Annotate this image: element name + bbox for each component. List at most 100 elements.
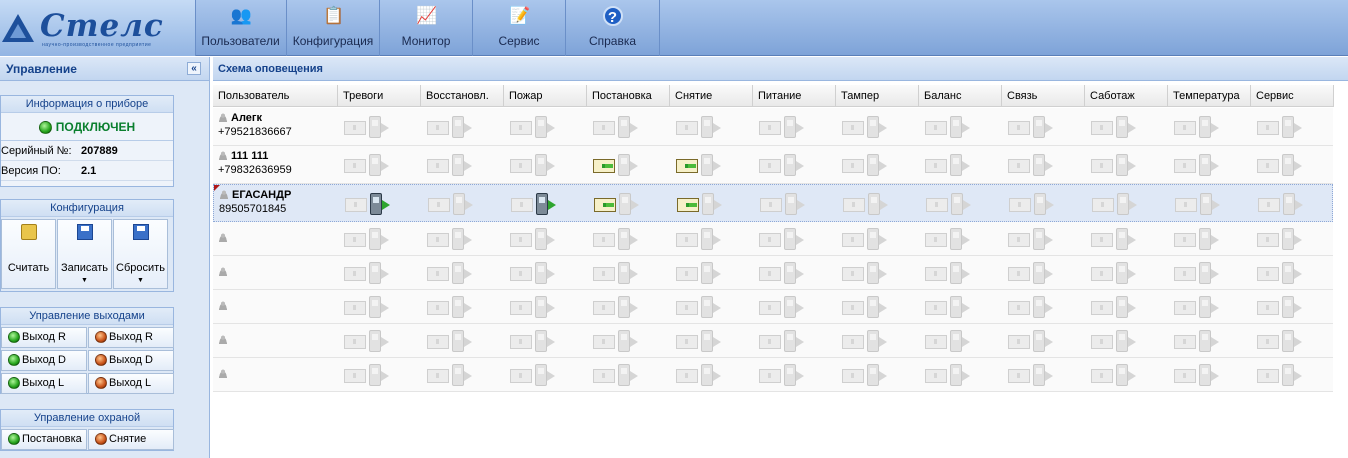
column-header[interactable]: Пользователь xyxy=(213,85,338,107)
call-toggle-icon[interactable] xyxy=(950,262,962,284)
user-cell[interactable] xyxy=(218,232,231,246)
call-toggle-icon[interactable] xyxy=(701,330,713,352)
toolbar-help-button[interactable]: ? Справка xyxy=(565,0,660,56)
call-toggle-icon[interactable] xyxy=(369,364,381,386)
call-toggle-icon[interactable] xyxy=(618,154,630,176)
sms-toggle-icon[interactable] xyxy=(1008,301,1030,315)
sms-toggle-icon[interactable] xyxy=(676,121,698,135)
sms-toggle-icon[interactable] xyxy=(345,198,367,212)
call-toggle-icon[interactable] xyxy=(369,330,381,352)
column-header[interactable]: Тревоги xyxy=(338,85,421,107)
column-header[interactable]: Связь xyxy=(1002,85,1085,107)
sms-toggle-icon[interactable] xyxy=(1008,233,1030,247)
call-toggle-icon[interactable] xyxy=(1199,228,1211,250)
sms-toggle-icon[interactable] xyxy=(428,198,450,212)
call-toggle-icon[interactable] xyxy=(701,228,713,250)
sms-toggle-icon[interactable] xyxy=(1091,159,1113,173)
call-toggle-icon[interactable] xyxy=(1033,262,1045,284)
call-toggle-icon[interactable] xyxy=(1116,364,1128,386)
call-toggle-icon[interactable] xyxy=(784,228,796,250)
call-toggle-icon[interactable] xyxy=(1199,330,1211,352)
call-toggle-icon[interactable] xyxy=(702,193,714,215)
sms-toggle-icon[interactable] xyxy=(1257,301,1279,315)
call-toggle-icon[interactable] xyxy=(950,116,962,138)
toolbar-monitor-button[interactable]: 📈 Монитор xyxy=(379,0,472,56)
user-cell[interactable]: 111 111 +79832636959 xyxy=(218,150,292,176)
call-toggle-icon[interactable] xyxy=(369,116,381,138)
sms-toggle-icon[interactable] xyxy=(593,335,615,349)
call-toggle-icon[interactable] xyxy=(867,330,879,352)
sms-toggle-icon[interactable] xyxy=(593,267,615,281)
sms-toggle-icon[interactable] xyxy=(1009,198,1031,212)
read-config-button[interactable]: Считать xyxy=(1,219,56,289)
call-toggle-icon[interactable] xyxy=(1116,262,1128,284)
call-toggle-icon[interactable] xyxy=(370,193,382,215)
sms-toggle-icon[interactable] xyxy=(510,267,532,281)
sms-toggle-icon[interactable] xyxy=(1091,301,1113,315)
call-toggle-icon[interactable] xyxy=(369,262,381,284)
call-toggle-icon[interactable] xyxy=(1116,116,1128,138)
call-toggle-icon[interactable] xyxy=(1282,330,1294,352)
sms-toggle-icon[interactable] xyxy=(1257,335,1279,349)
sms-toggle-icon[interactable] xyxy=(1174,267,1196,281)
call-toggle-icon[interactable] xyxy=(701,296,713,318)
write-config-button[interactable]: Записать ▼ xyxy=(57,219,112,289)
call-toggle-icon[interactable] xyxy=(785,193,797,215)
table-row[interactable] xyxy=(213,222,1333,256)
call-toggle-icon[interactable] xyxy=(535,228,547,250)
call-toggle-icon[interactable] xyxy=(1033,330,1045,352)
toolbar-users-button[interactable]: 👥 Пользователи xyxy=(195,0,285,56)
sms-toggle-icon[interactable] xyxy=(510,159,532,173)
sms-toggle-icon[interactable] xyxy=(759,121,781,135)
call-toggle-icon[interactable] xyxy=(535,330,547,352)
sms-toggle-icon[interactable] xyxy=(676,369,698,383)
output-l-off-button[interactable]: Выход L xyxy=(88,373,174,394)
call-toggle-icon[interactable] xyxy=(535,296,547,318)
sms-toggle-icon[interactable] xyxy=(593,121,615,135)
sms-toggle-icon[interactable] xyxy=(344,369,366,383)
sms-toggle-icon[interactable] xyxy=(1257,267,1279,281)
arm-button[interactable]: Постановка xyxy=(1,429,87,450)
sms-toggle-icon[interactable] xyxy=(842,335,864,349)
sms-toggle-icon[interactable] xyxy=(1092,198,1114,212)
sms-toggle-icon[interactable] xyxy=(1174,301,1196,315)
table-row[interactable] xyxy=(213,290,1333,324)
sms-toggle-icon[interactable] xyxy=(925,267,947,281)
sms-toggle-icon[interactable] xyxy=(1008,267,1030,281)
call-toggle-icon[interactable] xyxy=(619,193,631,215)
call-toggle-icon[interactable] xyxy=(1282,228,1294,250)
call-toggle-icon[interactable] xyxy=(784,262,796,284)
sms-toggle-icon[interactable] xyxy=(1258,198,1280,212)
call-toggle-icon[interactable] xyxy=(1033,154,1045,176)
user-cell[interactable]: Алегк +79521836667 xyxy=(218,112,292,138)
call-toggle-icon[interactable] xyxy=(701,364,713,386)
sms-toggle-icon[interactable] xyxy=(344,159,366,173)
call-toggle-icon[interactable] xyxy=(867,154,879,176)
sms-toggle-icon[interactable] xyxy=(759,369,781,383)
call-toggle-icon[interactable] xyxy=(867,296,879,318)
sms-toggle-icon[interactable] xyxy=(510,301,532,315)
sms-toggle-icon[interactable] xyxy=(1257,233,1279,247)
sms-toggle-icon[interactable] xyxy=(594,198,616,212)
sms-toggle-icon[interactable] xyxy=(925,233,947,247)
toolbar-service-button[interactable]: 📝 Сервис xyxy=(472,0,565,56)
call-toggle-icon[interactable] xyxy=(452,228,464,250)
call-toggle-icon[interactable] xyxy=(1116,330,1128,352)
sms-toggle-icon[interactable] xyxy=(1091,369,1113,383)
sms-toggle-icon[interactable] xyxy=(344,301,366,315)
call-toggle-icon[interactable] xyxy=(453,193,465,215)
call-toggle-icon[interactable] xyxy=(1200,193,1212,215)
call-toggle-icon[interactable] xyxy=(784,330,796,352)
sms-toggle-icon[interactable] xyxy=(510,369,532,383)
sms-toggle-icon[interactable] xyxy=(510,121,532,135)
call-toggle-icon[interactable] xyxy=(1116,154,1128,176)
call-toggle-icon[interactable] xyxy=(618,330,630,352)
call-toggle-icon[interactable] xyxy=(536,193,548,215)
sms-toggle-icon[interactable] xyxy=(593,301,615,315)
output-r-on-button[interactable]: Выход R xyxy=(1,327,87,348)
call-toggle-icon[interactable] xyxy=(951,193,963,215)
sms-toggle-icon[interactable] xyxy=(1257,121,1279,135)
sms-toggle-icon[interactable] xyxy=(427,301,449,315)
output-d-on-button[interactable]: Выход D xyxy=(1,350,87,371)
sms-toggle-icon[interactable] xyxy=(427,335,449,349)
